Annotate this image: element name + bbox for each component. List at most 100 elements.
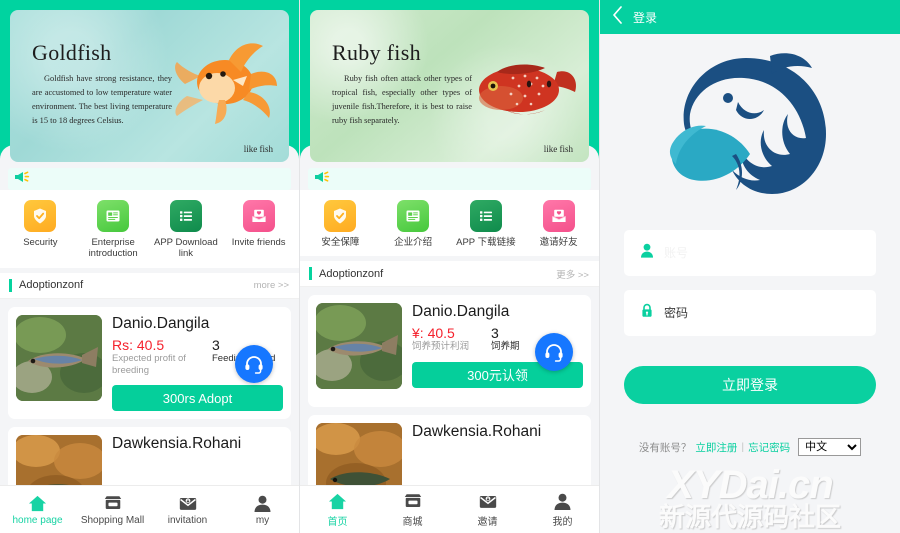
home-icon — [0, 493, 75, 513]
envelope-icon — [150, 493, 225, 513]
username-field-row[interactable] — [624, 230, 876, 276]
section-title: Adoptionzonf — [19, 279, 84, 292]
list-lines-icon — [469, 200, 502, 232]
section-header-adoption-en: Adoptionzonf more >> — [0, 272, 299, 299]
brand-logo-area — [600, 34, 900, 230]
tab-my[interactable]: my — [225, 493, 299, 526]
megaphone-icon — [14, 170, 30, 188]
quick-action-row-zh: 安全保障 企业介绍 APP 下载链接 邀请好友 — [300, 190, 599, 257]
section-more-link[interactable]: 更多 >> — [556, 267, 589, 281]
tab-home-page[interactable]: home page — [0, 493, 75, 526]
document-info-icon — [97, 200, 130, 232]
footer-separator: | — [741, 441, 745, 453]
tab-label: 商城 — [402, 517, 423, 528]
home-icon — [300, 491, 375, 511]
headset-icon — [545, 344, 563, 363]
quick-action-label: 安全保障 — [321, 237, 360, 248]
tab-label: 首页 — [327, 517, 348, 528]
shield-check-icon — [24, 200, 57, 232]
password-field-row[interactable] — [624, 290, 876, 336]
tab-label: my — [255, 515, 270, 526]
hero-banner-area-zh: Ruby fish Ruby fish often attack other t… — [300, 0, 599, 163]
quick-action-label: Invite friends — [231, 237, 286, 248]
tab-shopping-mall[interactable]: Shopping Mall — [75, 493, 150, 526]
adopt-button[interactable]: 300rs Adopt — [112, 385, 283, 412]
hero-banner-area-en: Goldfish Goldfish have strong resistance… — [0, 0, 299, 163]
bottom-tabbar-en: home page Shopping Mall invitation my — [0, 485, 299, 533]
product-price: ¥: 40.5 — [412, 325, 455, 342]
tab-label: home page — [12, 515, 63, 526]
product-name: Dawkensia.Rohani — [112, 435, 242, 453]
shield-check-icon — [324, 200, 357, 232]
hero-title: Ruby fish — [332, 40, 421, 65]
product-price: Rs: 40.5 — [112, 336, 165, 353]
quick-action-invite[interactable]: Invite friends — [224, 200, 294, 248]
chevron-left-icon[interactable] — [612, 5, 623, 29]
login-panel: 登录 账号 立即登录 没有账号？ 立即注册 | 忘记密码 中文 XYDai.cn… — [600, 0, 900, 533]
quick-action-row-en: Security Enterprise introduction APP Dow… — [0, 190, 299, 268]
product-name: Dawkensia.Rohani — [412, 423, 542, 441]
tab-my[interactable]: 我的 — [525, 491, 599, 528]
product-price-stat: ¥: 40.5 饲养预计利润 — [412, 325, 469, 353]
hero-card-goldfish[interactable]: Goldfish Goldfish have strong resistance… — [10, 10, 289, 162]
announcement-bar-zh[interactable] — [308, 168, 591, 190]
danio-fish-photo — [16, 314, 102, 401]
quick-action-security[interactable]: Security — [5, 200, 75, 248]
product-period: 3 — [491, 325, 499, 342]
product-card[interactable]: Danio.Dangila Rs: 40.5 Expected profit o… — [8, 306, 291, 420]
quick-action-security[interactable]: 安全保障 — [305, 200, 375, 248]
hero-description: Goldfish have strong resistance, they ar… — [32, 74, 172, 125]
quick-action-app-download[interactable]: APP Download link — [151, 200, 221, 260]
product-name: Danio.Dangila — [412, 303, 510, 321]
announcement-bar-en[interactable] — [8, 168, 291, 190]
section-accent-bar — [9, 278, 12, 292]
login-submit-button[interactable]: 立即登录 — [624, 366, 876, 404]
site-watermark: XYDai.cn 新源代源码社区 — [600, 462, 900, 532]
envelope-icon — [450, 491, 525, 511]
quick-action-enterprise[interactable]: 企业介绍 — [378, 200, 448, 248]
lock-icon — [640, 303, 654, 323]
user-icon — [640, 243, 654, 263]
tab-shopping-mall[interactable]: 商城 — [375, 491, 450, 528]
tab-label: Shopping Mall — [80, 515, 145, 526]
goldfish-illustration — [167, 32, 279, 133]
user-icon — [525, 491, 599, 511]
envelope-heart-icon — [542, 200, 575, 232]
forgot-password-link[interactable]: 忘记密码 — [748, 440, 790, 455]
password-input[interactable] — [664, 306, 860, 320]
username-input[interactable] — [664, 246, 860, 260]
language-select[interactable]: 中文English — [798, 438, 862, 456]
phone-panel-chinese: Ruby fish Ruby fish often attack other t… — [300, 0, 600, 533]
tab-invitation[interactable]: invitation — [150, 493, 225, 526]
section-header-adoption-zh: Adoptionzonf 更多 >> — [300, 261, 599, 288]
register-link[interactable]: 立即注册 — [695, 440, 737, 455]
quick-action-invite[interactable]: 邀请好友 — [524, 200, 594, 248]
tab-invitation[interactable]: 邀请 — [450, 491, 525, 528]
list-lines-icon — [169, 200, 202, 232]
hero-card-rubyfish[interactable]: Ruby fish Ruby fish often attack other t… — [310, 10, 589, 162]
product-period-stat: 3 饲养期 — [491, 325, 520, 353]
fish-logo — [650, 44, 850, 221]
tab-label: 邀请 — [477, 517, 498, 528]
product-price-stat: Rs: 40.5 Expected profit of breeding — [112, 337, 190, 378]
watermark-line-1: XYDai.cn — [667, 462, 833, 507]
watermark-line-2: 新源代源码社区 — [658, 501, 841, 532]
no-account-prompt: 没有账号？ — [638, 441, 692, 454]
quick-action-label: APP 下载链接 — [456, 237, 516, 248]
customer-service-fab[interactable] — [235, 344, 273, 383]
tab-home-page[interactable]: 首页 — [300, 491, 375, 528]
section-title: Adoptionzonf — [319, 267, 384, 280]
hero-title: Goldfish — [32, 40, 112, 65]
login-header: 登录 — [600, 0, 900, 34]
quick-action-app-download[interactable]: APP 下载链接 — [451, 200, 521, 248]
quick-action-enterprise[interactable]: Enterprise introduction — [78, 200, 148, 260]
tab-label: invitation — [167, 515, 208, 526]
hero-tagline: like fish — [243, 144, 273, 154]
product-card[interactable]: Danio.Dangila ¥: 40.5 饲养预计利润 3 饲养期 300元认… — [308, 295, 591, 408]
product-name: Danio.Dangila — [112, 314, 210, 332]
section-more-link[interactable]: more >> — [254, 280, 289, 291]
app-screen: Goldfish Goldfish have strong resistance… — [0, 0, 900, 533]
rubyfish-illustration — [467, 50, 579, 133]
megaphone-icon — [314, 170, 330, 188]
quick-action-label: APP Download link — [154, 237, 218, 260]
